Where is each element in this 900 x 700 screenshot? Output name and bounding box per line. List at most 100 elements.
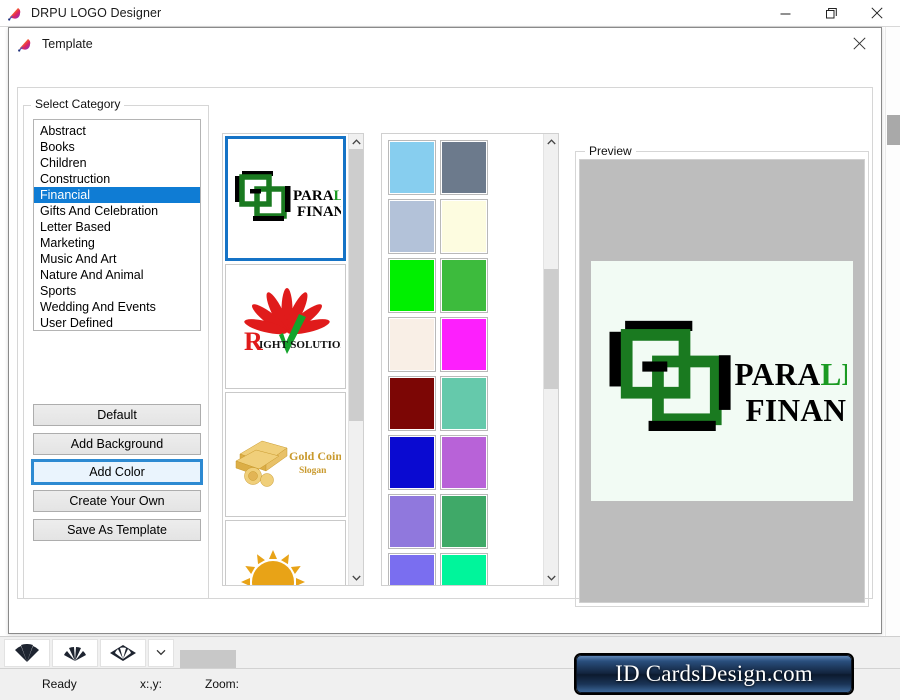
- color-swatch-fill: [442, 201, 486, 252]
- category-item-music-and-art[interactable]: Music And Art: [34, 251, 200, 267]
- category-item-user-defined[interactable]: User Defined: [34, 315, 200, 330]
- category-item-books[interactable]: Books: [34, 139, 200, 155]
- color-swatch-fill: [442, 319, 486, 370]
- template-dialog: Template Select Category Abstract Books …: [8, 27, 882, 693]
- color-swatch-fill: [442, 555, 486, 585]
- templates-panel: PARALLEL FINANCE: [222, 133, 364, 586]
- color-swatch-10[interactable]: [388, 435, 436, 490]
- color-swatch-8[interactable]: [388, 376, 436, 431]
- default-button[interactable]: Default: [33, 404, 201, 426]
- color-swatch-fill: [390, 496, 434, 547]
- color-swatch-fill: [390, 201, 434, 252]
- chevron-down-icon[interactable]: [544, 570, 558, 585]
- category-item-gifts-and-celebration[interactable]: Gifts And Celebration: [34, 203, 200, 219]
- category-item-wedding-and-events[interactable]: Wedding And Events: [34, 299, 200, 315]
- app-titlebar: DRPU LOGO Designer: [0, 0, 900, 27]
- fan-shape-icon[interactable]: [4, 638, 50, 667]
- svg-text:FINANCE: FINANCE: [745, 393, 847, 428]
- templates-list[interactable]: PARALLEL FINANCE: [223, 134, 348, 585]
- color-swatch-fill: [442, 378, 486, 429]
- chevron-down-icon[interactable]: [148, 638, 174, 667]
- category-item-sports[interactable]: Sports: [34, 283, 200, 299]
- toolbar-resize-grip[interactable]: [180, 650, 236, 668]
- svg-text:Slogan: Slogan: [299, 466, 327, 476]
- close-icon[interactable]: [854, 0, 900, 26]
- category-item-abstract[interactable]: Abstract: [34, 123, 200, 139]
- select-category-label: Select Category: [31, 97, 125, 111]
- svg-text:FINANCE: FINANCE: [297, 204, 341, 220]
- svg-text:PARALLEL: PARALLEL: [735, 357, 848, 392]
- window-controls: [762, 0, 900, 26]
- minimize-icon[interactable]: [762, 0, 808, 26]
- preview-label: Preview: [585, 144, 636, 158]
- color-swatch-fill: [390, 555, 434, 585]
- colors-panel: [381, 133, 559, 586]
- template-thumb-bright-solution[interactable]: R IGHT SOLUTION: [225, 264, 346, 389]
- color-swatch-fill: [390, 378, 434, 429]
- preview-logo: PARALLEL FINANCE: [591, 261, 853, 501]
- scrollbar-thumb[interactable]: [544, 269, 558, 389]
- color-swatch-11[interactable]: [440, 435, 488, 490]
- color-swatch-2[interactable]: [388, 199, 436, 254]
- category-listbox[interactable]: Abstract Books Children Construction Fin…: [33, 119, 201, 331]
- color-swatch-grid[interactable]: [382, 134, 543, 585]
- color-swatch-13[interactable]: [440, 494, 488, 549]
- color-swatch-6[interactable]: [388, 317, 436, 372]
- color-swatch-fill: [442, 496, 486, 547]
- chevron-down-icon[interactable]: [349, 570, 363, 585]
- category-item-financial[interactable]: Financial: [34, 187, 200, 203]
- status-zoom-level: Zoom:: [205, 677, 240, 691]
- app-vertical-scrollbar[interactable]: [885, 27, 900, 636]
- color-swatch-fill: [442, 437, 486, 488]
- templates-scrollbar[interactable]: [348, 134, 363, 585]
- scrollbar-thumb[interactable]: [887, 115, 900, 145]
- category-item-marketing[interactable]: Marketing: [34, 235, 200, 251]
- watermark-badge: ID CardsDesign.com: [576, 655, 852, 693]
- palette-icon: [17, 36, 33, 52]
- add-color-button[interactable]: Add Color: [33, 461, 201, 483]
- color-swatch-5[interactable]: [440, 258, 488, 313]
- color-swatch-fill: [442, 142, 486, 193]
- category-item-children[interactable]: Children: [34, 155, 200, 171]
- template-thumb-sun-rising[interactable]: un Rising: [225, 520, 346, 585]
- category-item-construction[interactable]: Construction: [34, 171, 200, 187]
- status-coordinates: x:,y:: [140, 677, 163, 691]
- palette-icon: [7, 5, 23, 21]
- color-swatch-12[interactable]: [388, 494, 436, 549]
- scrollbar-track[interactable]: [349, 421, 363, 570]
- color-swatch-fill: [390, 437, 434, 488]
- color-swatch-7[interactable]: [440, 317, 488, 372]
- colors-scrollbar[interactable]: [543, 134, 558, 585]
- dialog-titlebar: Template: [9, 28, 881, 59]
- application-window: DRPU LOGO Designer Template Select Categ…: [0, 0, 900, 700]
- chevron-up-icon[interactable]: [349, 134, 363, 149]
- save-as-template-button[interactable]: Save As Template: [33, 519, 201, 541]
- color-swatch-9[interactable]: [440, 376, 488, 431]
- svg-text:PARALLEL: PARALLEL: [293, 188, 341, 204]
- color-swatch-3[interactable]: [440, 199, 488, 254]
- burst-shape-icon[interactable]: [52, 638, 98, 667]
- diamond-fan-icon[interactable]: [100, 638, 146, 667]
- category-item-nature-and-animal[interactable]: Nature And Animal: [34, 267, 200, 283]
- template-thumb-parallel-finance[interactable]: PARALLEL FINANCE: [225, 136, 346, 261]
- color-swatch-fill: [390, 260, 434, 311]
- template-thumb-gold-coin-slogan[interactable]: Gold Coin Slogan: [225, 392, 346, 517]
- app-title: DRPU LOGO Designer: [31, 6, 162, 20]
- color-swatch-4[interactable]: [388, 258, 436, 313]
- restore-icon[interactable]: [808, 0, 854, 26]
- svg-text:IGHT SOLUTION: IGHT SOLUTION: [259, 339, 341, 351]
- scrollbar-thumb[interactable]: [349, 149, 363, 421]
- status-ready-text: Ready: [42, 677, 77, 691]
- watermark-text: ID CardsDesign.com: [615, 661, 813, 686]
- color-swatch-1[interactable]: [440, 140, 488, 195]
- color-swatch-0[interactable]: [388, 140, 436, 195]
- create-your-own-button[interactable]: Create Your Own: [33, 490, 201, 512]
- chevron-up-icon[interactable]: [544, 134, 558, 149]
- close-icon[interactable]: [837, 28, 881, 59]
- color-swatch-14[interactable]: [388, 553, 436, 585]
- svg-text:Gold Coin: Gold Coin: [289, 449, 341, 463]
- color-swatch-15[interactable]: [440, 553, 488, 585]
- add-background-button[interactable]: Add Background: [33, 433, 201, 455]
- color-swatch-fill: [442, 260, 486, 311]
- category-item-letter-based[interactable]: Letter Based: [34, 219, 200, 235]
